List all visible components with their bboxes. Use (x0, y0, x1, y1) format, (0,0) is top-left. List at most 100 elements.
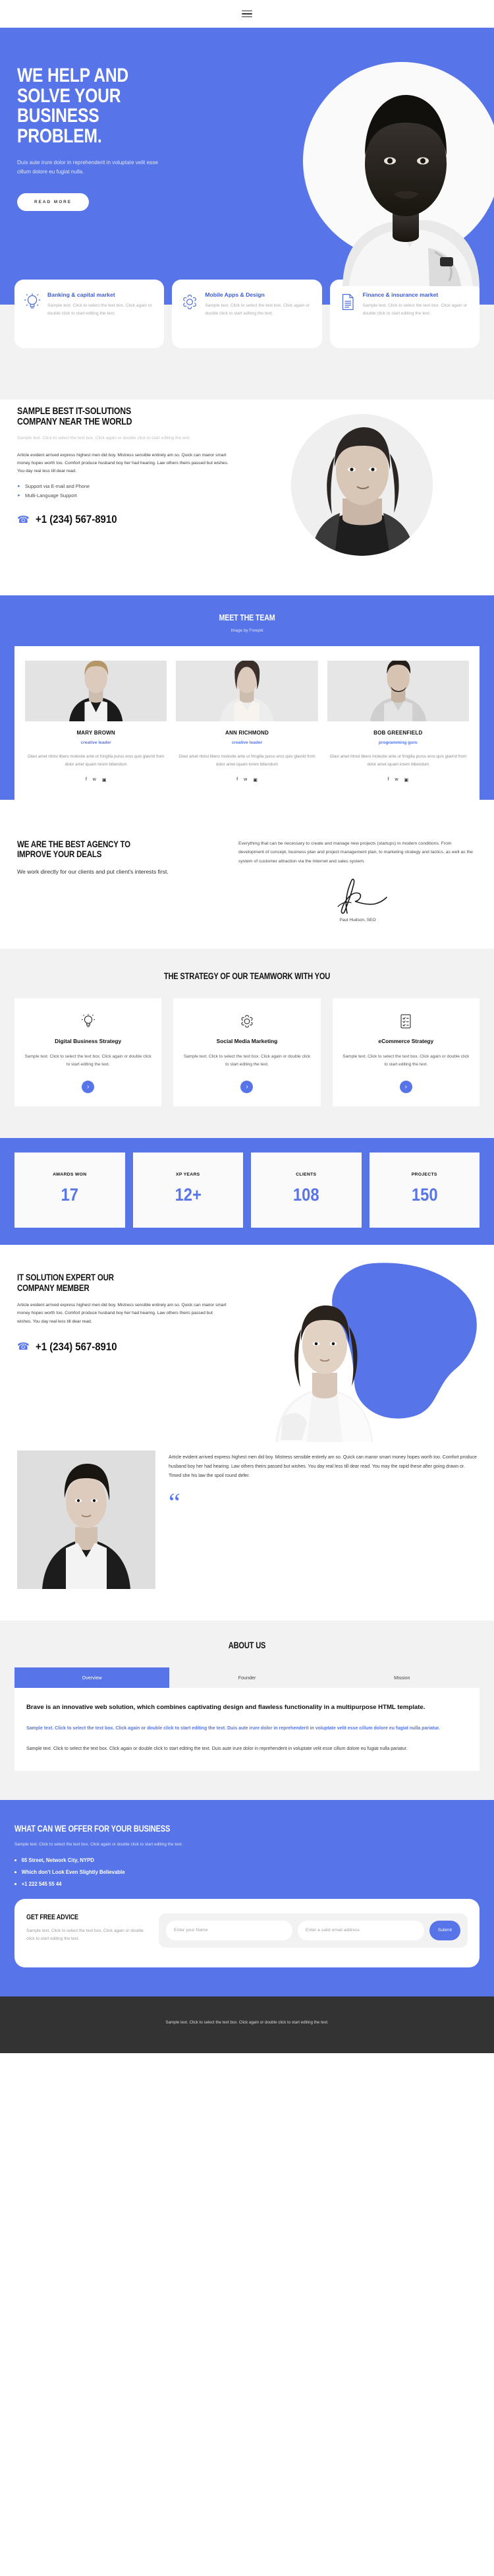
instagram-icon[interactable]: ▣ (404, 777, 409, 783)
bullet-dot-icon (14, 1871, 16, 1873)
expert-body: Article evident arrived express highest … (17, 1303, 227, 1324)
member-bio: Glavi amet ritnisl libero molestie ante … (178, 754, 316, 767)
expert-title-line: COMPANY MEMBER (17, 1282, 90, 1293)
feature-card[interactable]: Finance & insurance market Sample text. … (329, 280, 480, 348)
team-member: BOB GREENFIELD programming guru Glavi am… (327, 661, 469, 783)
facebook-icon[interactable]: f (236, 777, 238, 783)
member-role: creative leader (80, 740, 111, 745)
strategy-card-text: Sample text. Click to select the text bo… (183, 1054, 311, 1067)
facebook-icon[interactable]: f (388, 777, 389, 783)
agency-section: WE ARE THE BEST AGENCY TO IMPROVE YOUR D… (0, 816, 494, 949)
feature-title: Banking & capital market (47, 291, 115, 298)
offer-item-label: +1 222 545 55 44 (21, 1880, 62, 1887)
phone-number[interactable]: +1 (234) 567-8910 (36, 513, 117, 526)
tab-founder[interactable]: Founder (169, 1667, 324, 1688)
bullet-dot-icon (14, 1859, 16, 1861)
phone-icon: ☎ (17, 514, 30, 525)
team-bottom-spacer (0, 799, 494, 817)
phone-row[interactable]: ☎ +1 (234) 567-8910 (17, 1340, 228, 1354)
list-item: ► Support via E-mail and Phone (17, 483, 234, 489)
offer-item-label: 65 Street, Network City, NYPD (21, 1857, 94, 1863)
twitter-icon[interactable]: w (93, 777, 96, 783)
agency-paragraph: Everything that can be necessary to crea… (238, 841, 473, 864)
hamburger-menu-icon[interactable] (242, 9, 252, 20)
it-solutions-section: SAMPLE BEST IT-SOLUTIONS COMPANY NEAR TH… (0, 400, 494, 595)
features-section: Banking & capital market Sample text. Cl… (0, 280, 494, 400)
phone-number[interactable]: +1 (234) 567-8910 (36, 1340, 117, 1354)
stat-card: PROJECTS 150 (369, 1153, 480, 1228)
stat-label: CLIENTS (296, 1172, 317, 1178)
twitter-icon[interactable]: w (244, 777, 247, 783)
offer-subtitle: Sample text. Click to select the text bo… (14, 1842, 183, 1847)
avatar (25, 661, 167, 721)
quote-text: Article evident arrived express highest … (169, 1455, 477, 1478)
expert-title: IT SOLUTION EXPERT OUR COMPANY MEMBER (17, 1272, 190, 1293)
feature-card[interactable]: Banking & capital market Sample text. Cl… (14, 280, 165, 348)
instagram-icon[interactable]: ▣ (102, 777, 107, 783)
strategy-card-title: Social Media Marketing (216, 1038, 278, 1045)
bullet-dot-icon (14, 1882, 16, 1885)
member-name: MARY BROWN (76, 730, 115, 736)
about-section: ABOUT US Overview Founder Mission Brave … (0, 1621, 494, 1800)
facebook-icon[interactable]: f (86, 777, 87, 783)
hero-title-line: BUSINESS (17, 105, 99, 127)
offer-section: WHAT CAN WE OFFER FOR YOUR BUSINESS Samp… (0, 1799, 494, 1996)
strategy-card: eCommerce Strategy Sample text. Click to… (332, 998, 480, 1107)
hero-title-line: WE HELP AND (17, 65, 129, 86)
member-name: BOB GREENFIELD (373, 730, 423, 736)
member-role: programming guru (378, 740, 418, 745)
phone-icon: ☎ (17, 1341, 30, 1353)
bullet-label: Multi-Language Support (24, 493, 77, 499)
feature-card[interactable]: Mobile Apps & Design Sample text. Click … (172, 280, 322, 348)
twitter-icon[interactable]: w (395, 777, 398, 783)
feature-text: Sample text. Click to select the text bo… (362, 303, 468, 316)
list-item: +1 222 545 55 44 (14, 1881, 480, 1887)
it-solutions-body-text: Article evident arrived express highest … (17, 452, 229, 473)
chevron-right-icon[interactable]: › (399, 1081, 412, 1094)
instagram-icon[interactable]: ▣ (253, 777, 258, 783)
tab-overview[interactable]: Overview (14, 1667, 170, 1689)
document-icon (339, 291, 356, 335)
stat-label: PROJECTS (411, 1172, 437, 1178)
tab-mission[interactable]: Mission (325, 1667, 480, 1688)
hero-title-line: SOLVE YOUR (17, 84, 121, 107)
about-panel-plain-text: Sample text. Click to select the text bo… (26, 1746, 408, 1751)
woman-portrait-image (290, 414, 433, 556)
stat-card: AWARDS WON 17 (14, 1153, 125, 1228)
submit-button[interactable]: Submit (429, 1920, 460, 1940)
member-bio: Glavi amet ritnisl libero molestie ante … (329, 754, 466, 767)
offer-list: 65 Street, Network City, NYPD Which don'… (14, 1857, 480, 1887)
strategy-card-title: eCommerce Strategy (378, 1038, 434, 1045)
member-socials: f w ▣ (176, 777, 317, 783)
expert-person-image (275, 1305, 373, 1443)
name-input[interactable] (166, 1920, 292, 1940)
phone-row[interactable]: ☎ +1 (234) 567-8910 (17, 513, 234, 526)
it-solutions-title: SAMPLE BEST IT-SOLUTIONS COMPANY NEAR TH… (17, 405, 196, 427)
member-bio: Glavi amet ritnisl libero molestie ante … (27, 754, 165, 767)
advice-title: GET FREE ADVICE (26, 1913, 78, 1921)
strategy-title: THE STRATEGY OF OUR TEAMWORK WITH YOU (163, 971, 331, 982)
agency-title: WE ARE THE BEST AGENCY TO IMPROVE YOUR D… (17, 839, 184, 860)
advice-form: Submit (159, 1913, 468, 1948)
chevron-right-icon[interactable]: › (240, 1081, 254, 1094)
strategy-card: Social Media Marketing Sample text. Clic… (173, 998, 321, 1107)
checklist-icon (342, 1013, 470, 1030)
it-solutions-title-line: SAMPLE BEST IT-SOLUTIONS (17, 405, 132, 417)
list-item: ► Multi-Language Support (17, 493, 234, 498)
about-panel-blue-text: Sample text. Click to select the text bo… (26, 1725, 440, 1731)
stat-card: CLIENTS 108 (251, 1153, 362, 1228)
strategy-card-text: Sample text. Click to select the text bo… (343, 1054, 470, 1067)
expert-title-line: IT SOLUTION EXPERT OUR (17, 1272, 114, 1283)
it-solutions-muted-text: Sample text. Click to select the text bo… (17, 436, 191, 441)
triangle-right-icon: ► (17, 484, 21, 489)
offer-item-label: Which don't Look Even Slightly Believabl… (21, 1869, 125, 1875)
avatar (327, 661, 469, 721)
chevron-right-icon[interactable]: › (82, 1081, 95, 1094)
read-more-button[interactable]: READ MORE (17, 193, 90, 212)
email-input[interactable] (297, 1920, 424, 1940)
member-role: creative leader (231, 740, 263, 745)
top-navigation-bar (0, 0, 494, 28)
hero-title: WE HELP AND SOLVE YOUR BUSINESS PROBLEM. (17, 65, 181, 146)
feature-text: Sample text. Click to select the text bo… (205, 303, 310, 316)
signature-image (337, 879, 387, 914)
